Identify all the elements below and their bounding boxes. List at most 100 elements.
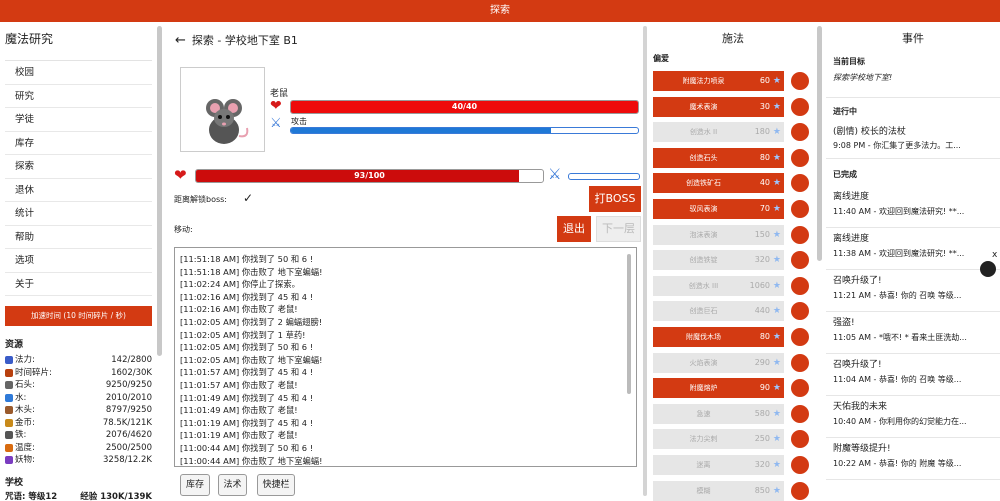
nav-item[interactable]: 校园: [5, 61, 152, 85]
accelerate-time-button[interactable]: 加速时间 (10 时间碎片 / 秒): [5, 306, 152, 326]
spell-item[interactable]: 附魔法力喷泉 60 ★: [653, 71, 784, 91]
spell-item[interactable]: 模糊 850 ★: [653, 480, 784, 501]
cast-button[interactable]: [791, 174, 809, 193]
cast-button[interactable]: [791, 148, 809, 167]
left-sidebar: 魔法研究 校园 研究 学徒 库存 探索 退休 统计 帮助 选项 关于 加速时间 (10 时间碎片 …: [0, 22, 157, 501]
next-floor-button[interactable]: 下一层: [596, 216, 641, 242]
cast-button[interactable]: [791, 225, 809, 244]
resource-name: 法力:: [15, 355, 35, 365]
spell-cost: 60: [759, 76, 770, 85]
spell-item[interactable]: 驭风表演 70 ★: [653, 199, 784, 219]
sword-icon: ⚔: [270, 116, 282, 131]
cast-button[interactable]: [791, 276, 809, 295]
nav-item[interactable]: 选项: [5, 249, 152, 273]
spell-item[interactable]: 附魔熔炉 90 ★: [653, 378, 784, 399]
cast-button[interactable]: [791, 404, 809, 423]
cast-button[interactable]: [791, 353, 809, 372]
event-item[interactable]: (剧情) 校长的法杖 9:08 PM - 你汇集了更多法力。工...: [826, 121, 1000, 159]
completed-heading: 已完成: [833, 170, 857, 179]
spell-name: 创造水 II: [689, 128, 718, 137]
fight-boss-button[interactable]: 打BOSS: [589, 186, 641, 212]
nav-item[interactable]: 退休: [5, 179, 152, 202]
star-icon: ★: [772, 357, 781, 368]
spell-item[interactable]: 创造水 II 180 ★: [653, 122, 784, 143]
spell-item[interactable]: 法力尖刺 250 ★: [653, 429, 784, 450]
resource-row: 法力: 142/2800: [5, 354, 152, 367]
event-item[interactable]: 召唤升级了! 11:04 AM - 恭喜! 你的 召唤 等级...: [826, 354, 1000, 396]
spell-cost: 320: [754, 460, 770, 469]
nav-item[interactable]: 库存: [5, 132, 152, 155]
tab-1[interactable]: 法术: [218, 474, 247, 496]
middle-scrollbar[interactable]: [643, 26, 647, 496]
log-entry: [11:51:18 AM] 你找到了 50 和 6 !: [180, 254, 314, 264]
spell-item[interactable]: 迷离 320 ★: [653, 455, 784, 475]
nav-item[interactable]: 统计: [5, 202, 152, 226]
nav-item[interactable]: 学徒: [5, 108, 152, 132]
nav-item[interactable]: 关于: [5, 273, 152, 296]
resource-value: 142/2800: [111, 355, 152, 365]
resource-value: 8797/9250: [105, 405, 152, 415]
battle-log[interactable]: [11:51:18 AM] 你找到了 50 和 6 ! [11:51:18 AM]…: [174, 247, 637, 467]
spell-item[interactable]: 急速 580 ★: [653, 403, 784, 424]
resource-row: 铁: 2076/4620: [5, 429, 152, 442]
monster-hp-bar: 40/40: [290, 100, 639, 114]
log-scrollbar[interactable]: [627, 254, 631, 394]
cast-button[interactable]: [791, 251, 809, 270]
spells-panel: 施法 偏爱 附魔法力喷泉 60 ★ 魔术表演 30 ★ 创造水 II 180 ★ 创造石头 80 ★ 创…: [648, 22, 818, 501]
move-label: 移动:: [174, 225, 193, 234]
event-item[interactable]: 天佑我的未来 10:40 AM - 你利用你的幻觉能力在...: [826, 396, 1000, 438]
page-header: ← 探索 - 学校地下室 B1: [175, 32, 298, 48]
stone-icon: [5, 381, 13, 390]
event-item[interactable]: 离线进度 11:40 AM - 欢迎回到魔法研究! **...: [826, 186, 1000, 228]
cast-button[interactable]: [791, 456, 809, 474]
exit-button[interactable]: 退出: [557, 216, 591, 242]
spell-item[interactable]: 泡沫表演 150 ★: [653, 224, 784, 245]
mouse-icon: [206, 99, 249, 144]
spell-cost: 40: [759, 178, 770, 188]
tab-0[interactable]: 库存: [180, 474, 210, 496]
event-title: 离线进度: [833, 192, 870, 202]
spell-item[interactable]: 创造石头 80 ★: [653, 147, 784, 168]
cast-button[interactable]: [791, 328, 809, 346]
star-icon: ★: [772, 306, 781, 317]
spell-item[interactable]: 创造巨石 440 ★: [653, 301, 784, 322]
cast-button[interactable]: [791, 123, 809, 142]
nav-item[interactable]: 研究: [5, 85, 152, 108]
spell-item[interactable]: 创造水 III 1060 ★: [653, 275, 784, 296]
event-item[interactable]: 离线进度 11:38 AM - 欢迎回到魔法研究! **...: [826, 228, 1000, 270]
spell-cost: 290: [754, 357, 770, 367]
log-entry: [11:01:49 AM] 你击败了 老鼠!: [180, 405, 298, 416]
event-item[interactable]: 附魔等级提升! 10:22 AM - 恭喜! 你的 附魔 等级...: [826, 438, 1000, 480]
cast-button[interactable]: [791, 302, 809, 321]
cast-button[interactable]: [791, 200, 809, 218]
event-item[interactable]: 召唤升级了! 11:21 AM - 恭喜! 你的 召唤 等级...: [826, 270, 1000, 312]
nav-item[interactable]: 探索: [5, 155, 152, 179]
left-scrollbar[interactable]: [157, 26, 162, 356]
spell-item[interactable]: 火焰表演 290 ★: [653, 352, 784, 373]
spell-item[interactable]: 创造铁矿石 40 ★: [653, 173, 784, 194]
cast-button[interactable]: [791, 72, 809, 90]
resource-name-wrap: 妖物:: [5, 454, 35, 467]
event-item[interactable]: 强盗! 11:05 AM - *哦不! * 看来土匪洗劫...: [826, 312, 1000, 354]
cast-button[interactable]: [791, 430, 809, 449]
app-title: 魔法研究: [5, 32, 54, 46]
spells-scrollbar[interactable]: [817, 26, 822, 261]
arrow-left-icon[interactable]: ←: [175, 33, 186, 48]
star-icon: [5, 356, 13, 365]
explore-panel: ← 探索 - 学校地下室 B1 老鼠 ❤ 40/40 ⚔ 攻击 ❤ 93/100…: [165, 22, 643, 501]
cast-button[interactable]: [791, 97, 809, 116]
resource-name: 水:: [15, 392, 27, 403]
cast-button[interactable]: [791, 481, 809, 500]
cast-button[interactable]: [791, 379, 809, 398]
spell-item[interactable]: 创造铁锭 320 ★: [653, 250, 784, 271]
spell-item[interactable]: 附魔伐木场 80 ★: [653, 327, 784, 347]
close-icon[interactable]: x: [992, 250, 997, 260]
spell-item[interactable]: 魔术表演 30 ★: [653, 96, 784, 117]
bear-icon[interactable]: [980, 261, 996, 277]
nav-item[interactable]: 帮助: [5, 226, 152, 249]
event-detail: 11:40 AM - 欢迎回到魔法研究! **...: [833, 207, 965, 216]
tab-2[interactable]: 快捷栏: [257, 474, 295, 496]
star-icon: ★: [772, 280, 781, 291]
event-detail: 11:04 AM - 恭喜! 你的 召唤 等级...: [833, 375, 962, 384]
star-icon: ★: [772, 255, 781, 266]
